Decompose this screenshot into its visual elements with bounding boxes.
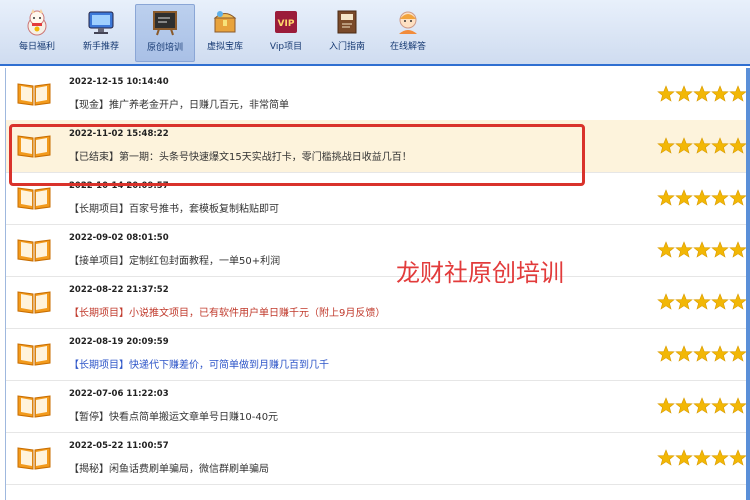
list-item[interactable]: 2022-12-15 10:14:40 【现金】推广养老金开户，日赚几百元，非常…	[6, 68, 748, 121]
post-date: 2022-05-22 11:00:57	[69, 441, 169, 451]
post-title-link[interactable]: 【揭秘】闲鱼话费刷单骗局，微信群刷单骗局	[69, 460, 269, 475]
post-date: 2022-12-15 10:14:40	[69, 77, 169, 87]
post-date: 2022-08-22 21:37:52	[69, 285, 169, 295]
open-book-icon	[17, 187, 51, 210]
toolbar-label: 每日福利	[18, 42, 55, 52]
list-item[interactable]: 2022-08-22 21:37:52 【长期项目】小说推文项目，已有软件用户单…	[6, 276, 748, 329]
toolbar-item-vip-projects[interactable]: VIP Vip项目	[257, 4, 315, 60]
toolbar-item-online-answers[interactable]: 在线解答	[379, 4, 437, 60]
list-item[interactable]: 2022-07-06 11:22:03 【暂停】快看点简单搬运文章单号日赚10-…	[6, 380, 748, 433]
list-item[interactable]: 2022-09-02 08:01:50 【接单项目】定制红包封面教程，一单50+…	[6, 224, 748, 277]
toolbar-item-getting-started[interactable]: 入门指南	[318, 4, 376, 60]
toolbar-item-beginner-recommend[interactable]: 新手推荐	[72, 4, 130, 60]
toolbar-item-daily-welfare[interactable]: 每日福利	[8, 4, 66, 60]
post-title-link[interactable]: 【现金】推广养老金开户，日赚几百元，非常简单	[69, 96, 289, 111]
svg-text:VIP: VIP	[278, 19, 295, 29]
five-star-rating-icon	[657, 85, 747, 102]
toolbar-label: 在线解答	[389, 42, 426, 52]
open-book-icon	[17, 83, 51, 106]
five-star-rating-icon	[657, 137, 747, 154]
post-date: 2022-07-06 11:22:03	[69, 389, 169, 399]
five-star-rating-icon	[657, 345, 747, 362]
post-date: 2022-09-02 08:01:50	[69, 233, 169, 243]
five-star-rating-icon	[657, 189, 747, 206]
post-title-link[interactable]: 【长期项目】小说推文项目，已有软件用户单日赚千元（附上9月反馈）	[69, 304, 385, 319]
lucky-cat-icon	[27, 9, 47, 36]
monitor-icon	[88, 11, 114, 34]
guide-book-icon	[337, 10, 357, 34]
highlight-annotation-box	[9, 124, 585, 186]
five-star-rating-icon	[657, 449, 747, 466]
post-title-link[interactable]: 【接单项目】定制红包封面教程，一单50+利润	[69, 252, 280, 267]
top-toolbar: 每日福利 新手推荐 原创培训 虚拟宝库 VIP Vip项目 入门指南 在线解答	[0, 0, 750, 66]
post-title-link[interactable]: 【长期项目】百家号推书，套模板复制粘贴即可	[69, 200, 279, 215]
toolbar-label: Vip项目	[269, 42, 303, 52]
open-book-icon	[17, 343, 51, 366]
open-book-icon	[17, 291, 51, 314]
toolbar-label: 新手推荐	[82, 42, 119, 52]
toolbar-label: 原创培训	[146, 43, 183, 53]
post-title-link[interactable]: 【暂停】快看点简单搬运文章单号日赚10-40元	[69, 408, 278, 423]
toolbar-item-virtual-treasury[interactable]: 虚拟宝库	[196, 4, 254, 60]
support-avatar-icon	[399, 11, 417, 34]
post-date: 2022-08-19 20:09:59	[69, 337, 169, 347]
treasure-box-icon	[213, 11, 237, 33]
list-item[interactable]: 2022-05-22 11:00:57 【揭秘】闲鱼话费刷单骗局，微信群刷单骗局	[6, 432, 748, 485]
toolbar-label: 虚拟宝库	[206, 42, 243, 52]
toolbar-item-original-training[interactable]: 原创培训	[135, 4, 195, 62]
open-book-icon	[17, 395, 51, 418]
five-star-rating-icon	[657, 397, 747, 414]
vip-badge-icon: VIP	[275, 11, 297, 33]
open-book-icon	[17, 447, 51, 470]
list-item[interactable]: 2022-08-19 20:09:59 【长期项目】快递代下赚差价，可简单做到月…	[6, 328, 748, 381]
open-book-icon	[17, 239, 51, 262]
five-star-rating-icon	[657, 241, 747, 258]
watermark-title: 龙财社原创培训	[396, 259, 564, 287]
toolbar-label: 入门指南	[328, 42, 365, 52]
window-edge	[746, 68, 750, 500]
five-star-rating-icon	[657, 293, 747, 310]
post-title-link[interactable]: 【长期项目】快递代下赚差价，可简单做到月赚几百到几千	[69, 356, 329, 371]
chalkboard-icon	[153, 11, 177, 36]
